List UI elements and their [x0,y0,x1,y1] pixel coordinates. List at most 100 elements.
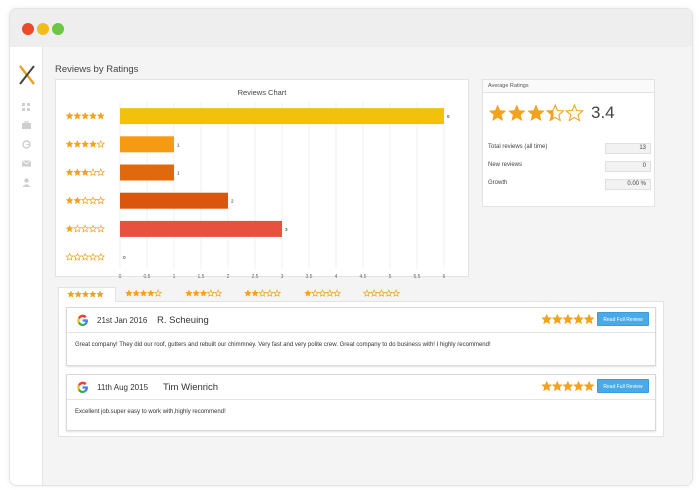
read-full-review-button[interactable]: Read Full Review [597,379,649,393]
bar-value-label: 2 [231,199,234,204]
stat-label: Growth [488,180,508,186]
category-star-label [65,167,106,177]
star-icon [572,381,585,392]
tab-content: 21st Jan 2016 R. Scheuing Read Full Revi… [58,301,664,437]
x-tick-label: 3 [281,274,284,278]
star-icon [65,111,74,120]
briefcase-icon[interactable] [22,120,31,130]
chart-icon[interactable] [22,140,31,149]
grid-icon[interactable] [22,103,31,112]
star-icon [74,290,83,298]
bar [120,164,174,181]
bar-value-label: 0 [123,255,126,260]
average-ratings-panel: Average Ratings 3.4 Total reviews (all t… [482,79,655,207]
user-icon[interactable] [22,178,31,187]
star-icon [583,381,595,392]
star-icon [132,289,141,297]
bar [120,192,228,209]
tab-1-stars[interactable] [296,287,354,302]
review-star-rating [541,381,595,392]
star-icon [73,111,82,120]
stat-label: Total reviews (all time) [488,144,548,150]
stat-label: New reviews [488,162,523,168]
star-icon [139,289,148,297]
growth-value: 0.00 % [605,179,651,190]
tab-2-stars[interactable] [236,287,294,302]
x-tick-label: 5.5 [414,274,421,278]
new-reviews-row: New reviews 0 [488,161,651,172]
tab-star-rating [125,289,163,297]
star-icon [333,289,342,297]
star-icon [199,289,208,297]
star-icon [88,167,98,177]
tab-4-stars[interactable] [117,287,175,302]
star-icon [81,290,90,298]
minimize-window-button[interactable] [37,23,49,35]
star-icon [88,196,98,205]
category-star-label [65,224,106,233]
reviews-chart-panel: Reviews Chart 0 0.5 1 1.5 2 2.5 3 3.5 4 4.5 5 5.5 6 6… [55,79,469,278]
star-icon [311,289,320,297]
star-icon [185,289,193,297]
read-full-review-button[interactable]: Read Full Review [597,312,649,326]
star-icon [67,290,75,298]
average-ratings-header: Average Ratings [483,80,654,93]
growth-row: Growth 0.00 % [488,179,651,190]
review-header: 11th Aug 2015 Tim Wienrich Read Full Rev… [67,375,655,400]
star-icon [65,196,74,205]
star-icon [304,289,312,297]
x-tick-label: 0.5 [144,274,151,278]
star-icon [562,381,574,392]
star-icon [541,314,553,325]
x-tick-label: 2.5 [252,274,259,278]
tab-star-rating [185,289,223,297]
mail-icon[interactable] [21,159,32,168]
star-icon [73,168,82,176]
total-reviews-row: Total reviews (all time) 13 [488,143,651,154]
star-icon [214,289,223,297]
star-icon [96,167,106,177]
tab-0-stars[interactable] [355,287,413,302]
review-header: 21st Jan 2016 R. Scheuing Read Full Revi… [67,308,655,333]
bar-value-label: 1 [177,142,180,147]
average-rating-value: 3.4 [591,103,615,122]
x-tick-label: 0 [119,274,122,278]
star-icon [146,289,155,297]
star-icon [508,104,526,122]
review-date: 21st Jan 2016 [97,316,148,325]
tab-star-rating [67,290,104,298]
close-window-button[interactable] [22,23,34,35]
tab-star-rating [304,289,342,297]
star-icon [96,139,106,148]
star-icon [562,314,574,325]
star-icon [545,104,565,122]
star-icon [551,381,563,392]
category-star-label [65,139,106,148]
review-card: 21st Jan 2016 R. Scheuing Read Full Revi… [66,307,656,366]
tab-5-stars[interactable] [58,287,116,302]
star-icon [65,140,74,148]
star-icon [125,289,133,297]
star-icon [88,224,98,233]
review-card: 11th Aug 2015 Tim Wienrich Read Full Rev… [66,374,656,431]
app-window: Reviews by Ratings Reviews Chart 0 0.5 1 1.… [9,8,693,486]
star-icon [527,104,545,122]
x-logo-icon[interactable] [18,65,36,85]
star-icon [81,140,90,148]
star-icon [572,314,585,325]
tab-3-stars[interactable] [177,287,235,302]
total-reviews-value: 13 [605,143,651,154]
star-icon [88,290,97,298]
star-icon [258,289,267,297]
tab-star-rating [363,289,401,297]
title-bar [10,9,692,47]
reviewer-name: Tim Wienrich [163,382,219,393]
star-icon [384,289,393,297]
category-star-label [65,196,106,205]
star-icon [96,290,104,298]
maximize-window-button[interactable] [52,23,64,35]
star-icon [265,289,274,297]
x-tick-label: 4.5 [360,274,367,278]
star-icon [583,314,595,325]
reviews-chart: 0 0.5 1 1.5 2 2.5 3 3.5 4 4.5 5 5.5 6 6 1 1 2 3 0 [65,102,450,278]
